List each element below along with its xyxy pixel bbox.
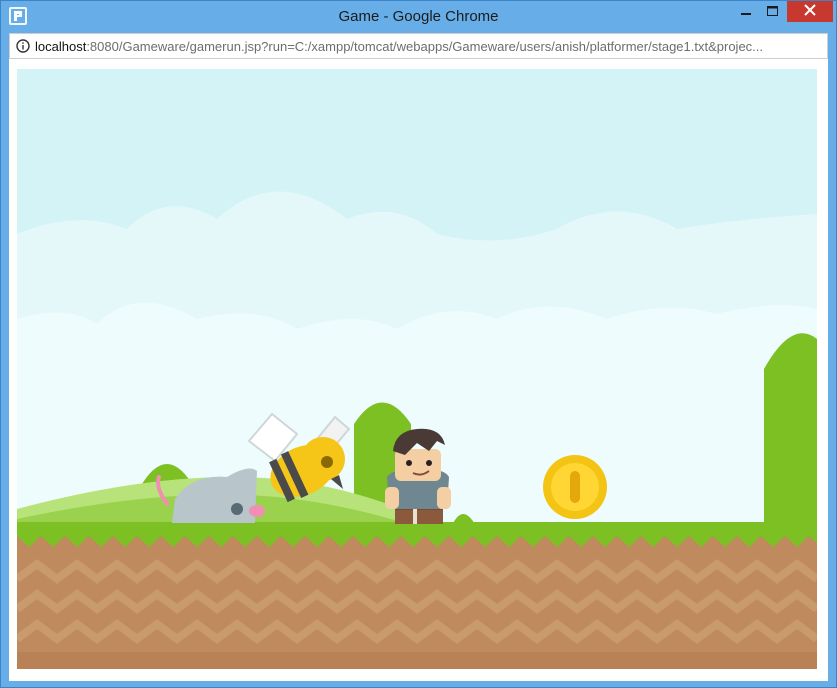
- close-button[interactable]: [787, 1, 833, 22]
- url-path: :8080/Gameware/gamerun.jsp?run=C:/xampp/…: [86, 39, 764, 54]
- url-text[interactable]: localhost:8080/Gameware/gamerun.jsp?run=…: [35, 39, 823, 54]
- address-bar[interactable]: localhost:8080/Gameware/gamerun.jsp?run=…: [9, 33, 828, 59]
- close-icon: [804, 3, 816, 21]
- game-scene: [17, 69, 817, 669]
- window-title: Game - Google Chrome: [338, 8, 499, 25]
- title-bar[interactable]: Game - Google Chrome: [1, 1, 836, 32]
- page-content: [9, 59, 828, 681]
- browser-window: Game - Google Chrome localhost:8080/Game…: [0, 0, 837, 688]
- maximize-button[interactable]: [758, 1, 787, 22]
- maximize-icon: [767, 3, 778, 21]
- info-icon[interactable]: [16, 39, 30, 53]
- ground: [17, 522, 817, 669]
- url-host: localhost: [35, 39, 87, 54]
- game-canvas[interactable]: [17, 69, 817, 669]
- gold-coin: [543, 455, 607, 519]
- minimize-button[interactable]: [731, 1, 760, 22]
- minimize-icon: [740, 3, 751, 21]
